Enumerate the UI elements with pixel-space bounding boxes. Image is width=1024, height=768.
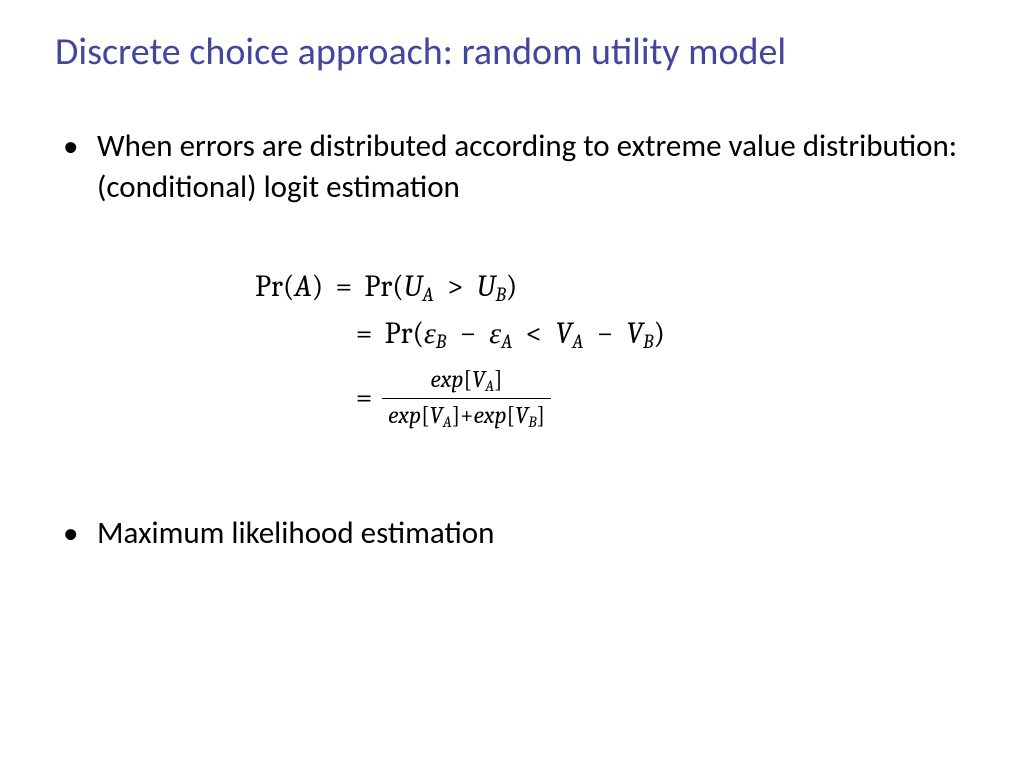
pr-open: Pr( xyxy=(255,269,294,304)
letter-v-4: V xyxy=(429,401,442,429)
right-bracket-2: ] xyxy=(452,401,460,429)
letter-v: V xyxy=(555,316,572,351)
greater-than: > xyxy=(447,269,464,304)
subscript-a: A xyxy=(422,283,433,306)
body-list-2: Maximum likelihood estimation xyxy=(55,513,969,555)
bullet-2: Maximum likelihood estimation xyxy=(55,513,969,555)
pr-open-2: Pr( xyxy=(364,269,403,304)
subscript-a-4: A xyxy=(485,377,494,395)
equals-sign-3: = xyxy=(350,375,378,422)
less-than: < xyxy=(526,316,543,351)
left-bracket: [ xyxy=(463,365,471,393)
close-paren-2: ) xyxy=(506,269,517,304)
subscript-a-2: A xyxy=(501,330,512,353)
subscript-b: B xyxy=(495,283,505,306)
right-bracket-3: ] xyxy=(537,401,545,429)
close-paren-3: ) xyxy=(653,316,664,351)
equals-sign-2: = xyxy=(350,311,378,358)
close-paren: ) xyxy=(312,269,323,304)
minus-sign: − xyxy=(459,316,476,351)
right-bracket: ] xyxy=(494,365,502,393)
equation-line-3: = exp[VA] exp[VA]+exp[VB] xyxy=(255,363,969,433)
equals-sign: = xyxy=(330,264,358,311)
bullet-1: When errors are distributed according to… xyxy=(55,126,969,210)
pr-open-3: Pr( xyxy=(385,316,424,351)
letter-u: U xyxy=(404,269,423,304)
subscript-b-3: B xyxy=(643,330,653,353)
subscript-b-2: B xyxy=(436,330,446,353)
epsilon-2: ε xyxy=(489,316,501,351)
equation-line-1: Pr(A) = Pr(UA > UB) xyxy=(255,264,969,311)
exp-2: exp xyxy=(388,401,421,429)
equation-block: Pr(A) = Pr(UA > UB) = Pr(εB − εA < VA − … xyxy=(255,264,969,433)
exp-3: exp xyxy=(473,401,506,429)
subscript-a-3: A xyxy=(572,330,583,353)
letter-v-3: V xyxy=(472,365,485,393)
slide-title: Discrete choice approach: random utility… xyxy=(55,30,969,76)
letter-v-5: V xyxy=(515,401,528,429)
left-bracket-3: [ xyxy=(507,401,515,429)
letter-u-2: U xyxy=(477,269,496,304)
epsilon: ε xyxy=(424,316,436,351)
numerator: exp[VA] xyxy=(382,365,551,398)
fraction: exp[VA] exp[VA]+exp[VB] xyxy=(382,363,551,433)
equation-line-2: = Pr(εB − εA < VA − VB) xyxy=(255,311,969,358)
letter-a: A xyxy=(294,269,311,304)
subscript-a-5: A xyxy=(443,413,452,431)
body-list: When errors are distributed according to… xyxy=(55,126,969,210)
exp-1: exp xyxy=(430,365,463,393)
slide: Discrete choice approach: random utility… xyxy=(0,0,1024,768)
plus-sign: + xyxy=(460,401,473,429)
subscript-b-4: B xyxy=(528,413,536,431)
letter-v-2: V xyxy=(626,316,643,351)
denominator: exp[VA]+exp[VB] xyxy=(382,398,551,432)
minus-sign-2: − xyxy=(597,316,614,351)
